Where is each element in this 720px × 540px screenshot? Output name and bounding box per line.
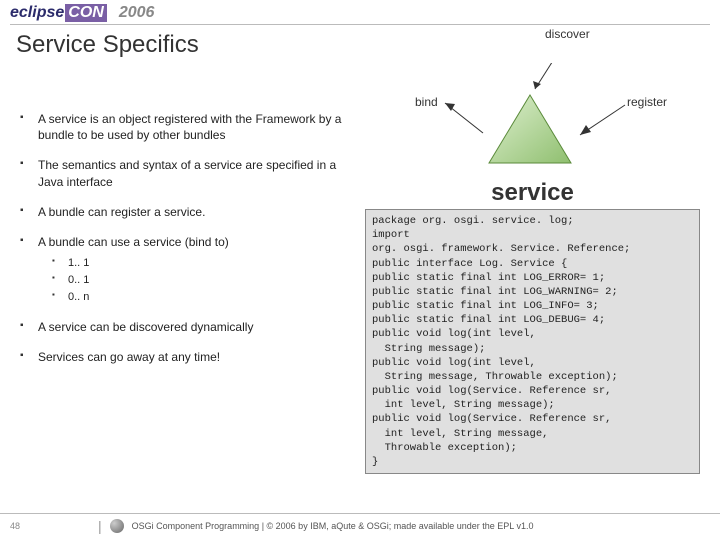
sub-bullet-1: 1.. 1	[38, 256, 357, 271]
bullet-3: A bundle can register a service.	[20, 204, 357, 220]
service-heading: service	[365, 179, 700, 207]
right-column: discover bind register	[365, 63, 700, 474]
label-discover: discover	[545, 27, 590, 41]
bullet-4: A bundle can use a service (bind to) 1..…	[20, 234, 357, 305]
sub-bullet-list: 1.. 1 0.. 1 0.. n	[38, 256, 357, 305]
footer: 48 | OSGi Component Programming | © 2006…	[0, 513, 720, 534]
diagram-arrows	[365, 63, 700, 183]
sub-bullet-3: 0.. n	[38, 290, 357, 305]
bullet-2: The semantics and syntax of a service ar…	[20, 157, 357, 189]
footer-text: OSGi Component Programming | © 2006 by I…	[132, 521, 534, 531]
sub-bullet-2: 0.. 1	[38, 273, 357, 288]
logo-text-b: CON	[65, 4, 107, 22]
logo: eclipseCON	[10, 4, 107, 22]
slide-title: Service Specifics	[16, 31, 720, 59]
service-diagram: discover bind register	[365, 63, 700, 183]
header: eclipseCON 2006	[0, 0, 720, 22]
footer-divider: |	[98, 518, 102, 534]
bullet-6: Services can go away at any time!	[20, 349, 357, 365]
logo-text-a: eclipse	[10, 4, 64, 22]
footer-orb-icon	[110, 519, 124, 533]
code-listing: package org. osgi. service. log; import …	[365, 209, 700, 474]
bullet-5: A service can be discovered dynamically	[20, 319, 357, 335]
left-column: A service is an object registered with t…	[20, 63, 365, 474]
bullet-4-text: A bundle can use a service (bind to)	[38, 235, 229, 249]
bullet-1: A service is an object registered with t…	[20, 111, 357, 143]
bullet-list: A service is an object registered with t…	[20, 111, 357, 365]
header-rule	[10, 24, 710, 25]
content: A service is an object registered with t…	[0, 63, 720, 474]
header-year: 2006	[119, 4, 155, 22]
page-number: 48	[10, 521, 90, 531]
